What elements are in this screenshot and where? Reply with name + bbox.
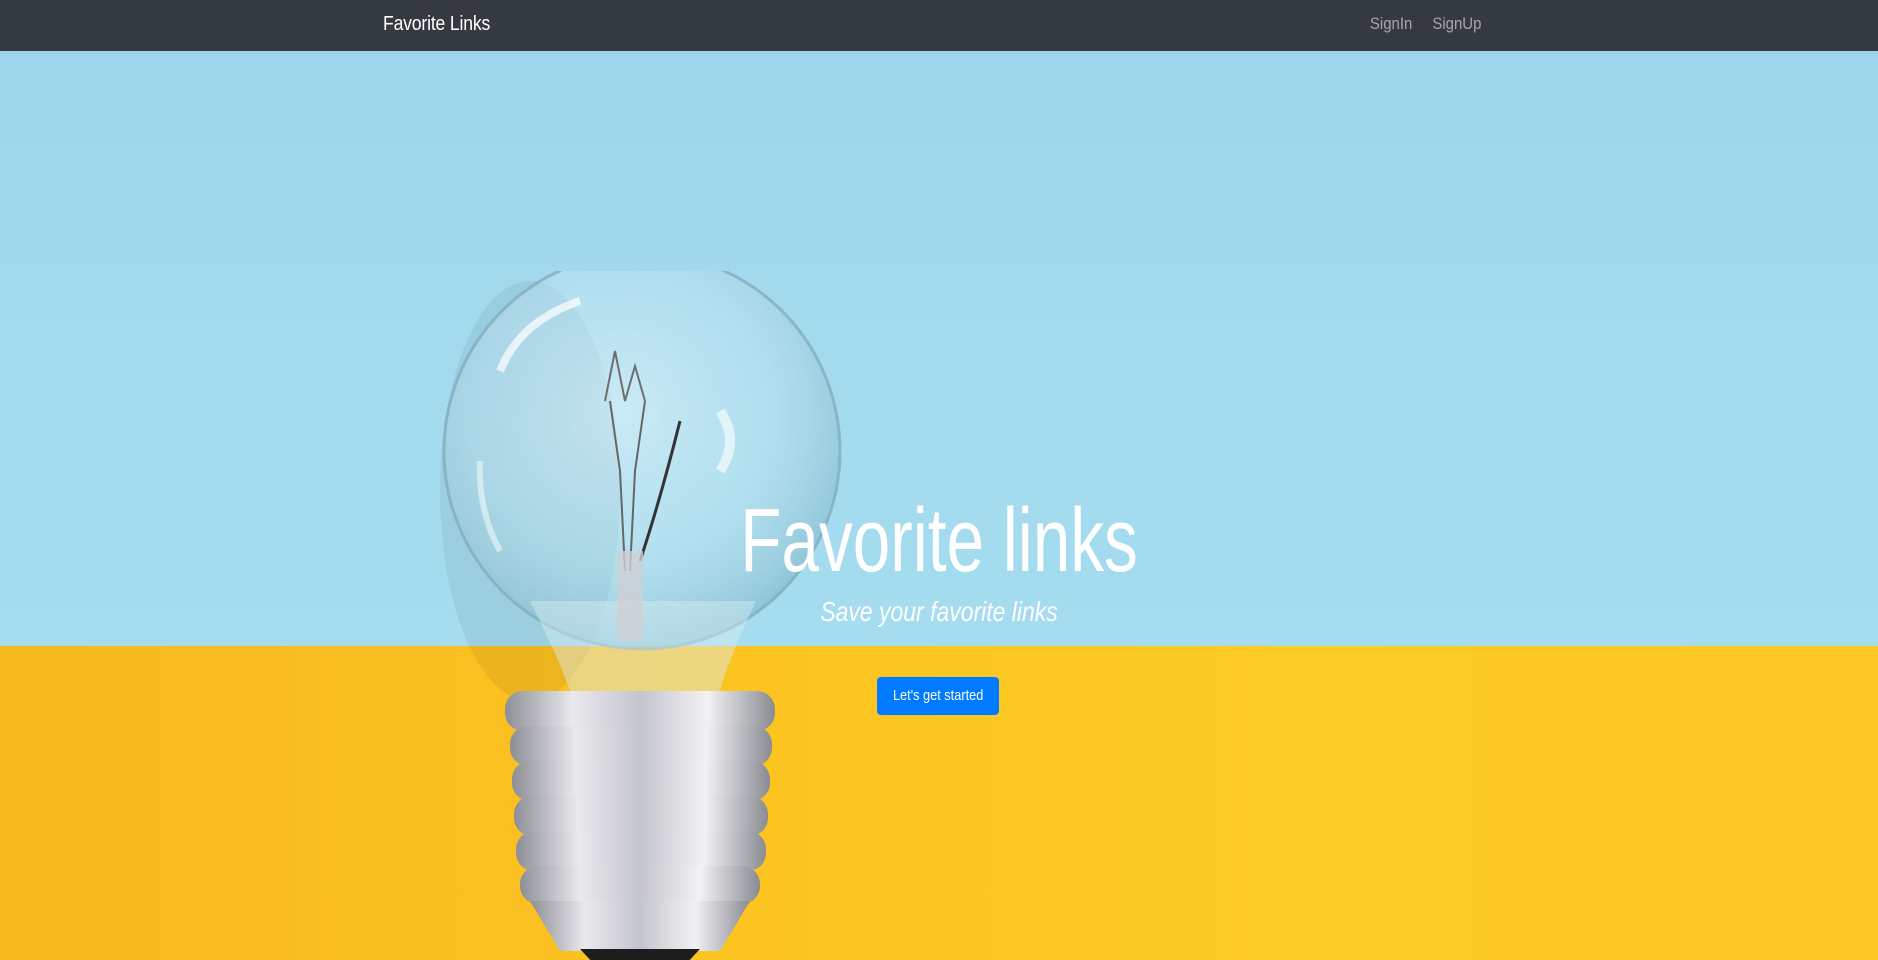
nav-links: SignIn SignUp [1367, 13, 1485, 35]
hero-title: Favorite links [740, 491, 1138, 591]
page: Favorite Links SignIn SignUp Favorite li… [0, 0, 1878, 960]
signup-link[interactable]: SignUp [1433, 13, 1482, 35]
signin-link[interactable]: SignIn [1370, 13, 1412, 35]
hero-subtitle: Save your favorite links [820, 596, 1058, 627]
top-navbar: Favorite Links SignIn SignUp [0, 0, 1878, 51]
get-started-label: Let's get started [892, 687, 984, 704]
hero-section: Favorite links Save your favorite links … [0, 51, 1878, 960]
brand-link[interactable]: Favorite Links [383, 10, 490, 38]
get-started-button[interactable]: Let's get started [877, 677, 999, 715]
